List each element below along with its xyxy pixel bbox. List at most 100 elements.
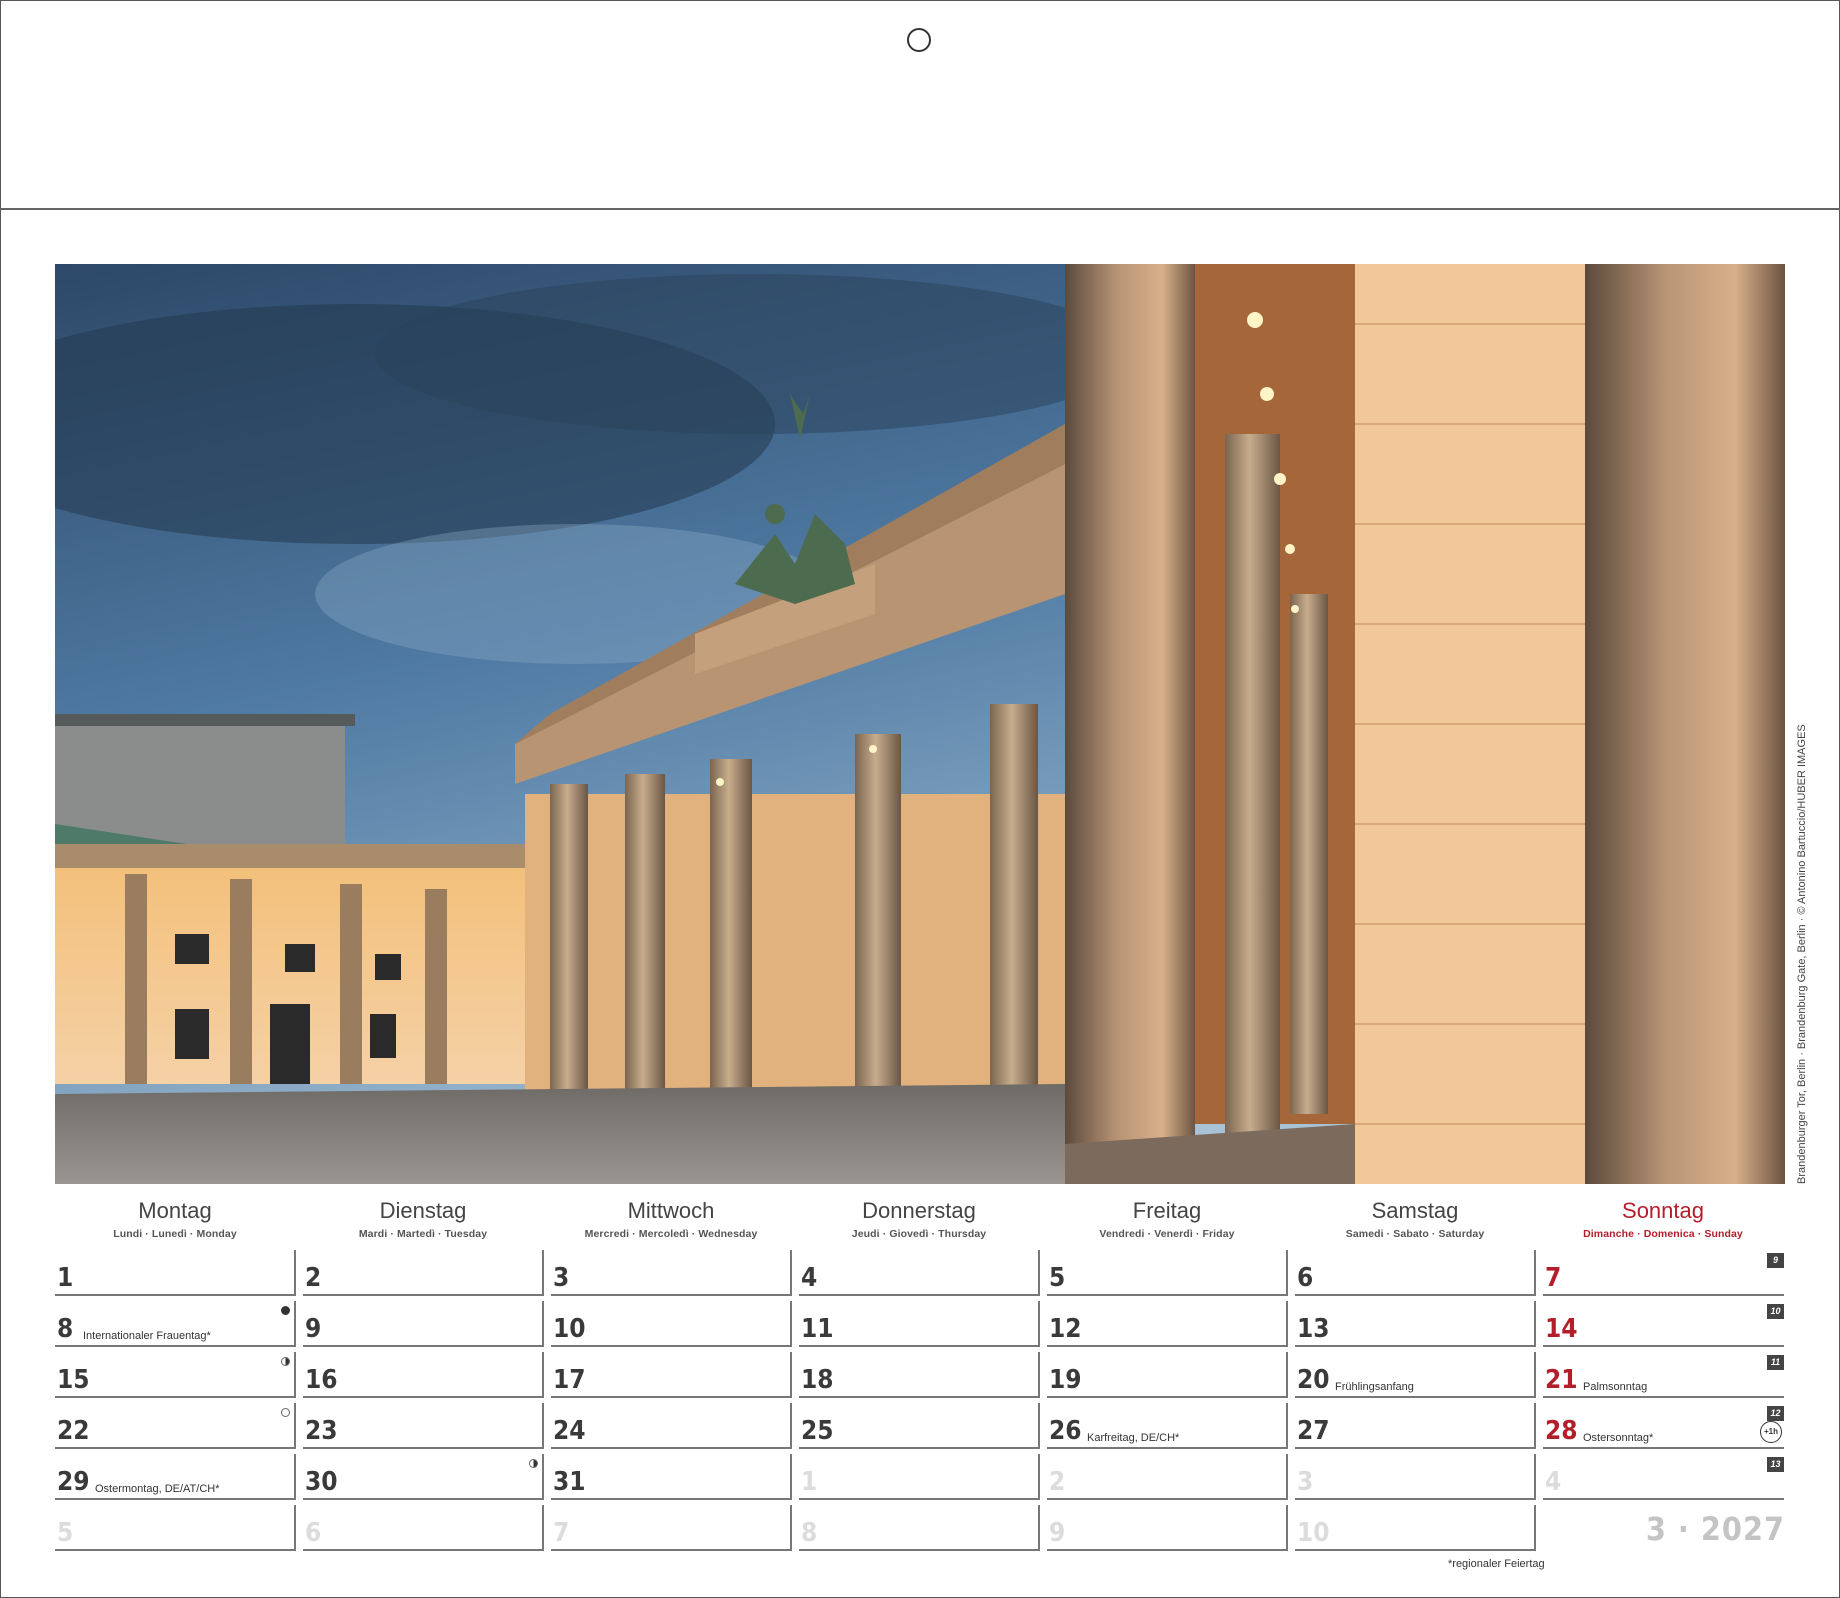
day-cell: 17 [551, 1352, 792, 1398]
day-cell: 24 [551, 1403, 792, 1449]
day-number: 21 [1545, 1365, 1578, 1395]
day-cell: 8 Internationaler Frauentag* [55, 1301, 296, 1347]
footnote: *regionaler Feiertag [1448, 1558, 1545, 1570]
day-cell: 20 Frühlingsanfang [1295, 1352, 1536, 1398]
day-number: 17 [553, 1365, 586, 1395]
day-number: 14 [1545, 1314, 1578, 1344]
day-cell: 29 Ostermontag, DE/AT/CH* [55, 1454, 296, 1500]
day-note: Internationaler Frauentag* [83, 1330, 211, 1342]
day-note: Karfreitag, DE/CH* [1087, 1432, 1180, 1444]
week-number-badge: 10 [1767, 1304, 1784, 1319]
weekday-name: Samstag [1371, 1198, 1459, 1223]
weekday-name: Sonntag [1622, 1198, 1704, 1223]
day-number: 7 [553, 1518, 570, 1548]
day-cell: 11 [799, 1301, 1040, 1347]
day-number: 1 [57, 1263, 74, 1293]
day-number: 2 [305, 1263, 322, 1293]
day-number: 5 [1049, 1263, 1066, 1293]
day-number: 12 [1049, 1314, 1082, 1344]
weekday-translations: Jeudi · Giovedì · Thursday [851, 1228, 987, 1240]
weekday-name: Donnerstag [862, 1198, 976, 1223]
day-cell: 14 10 [1543, 1301, 1784, 1347]
day-cell: 16 [303, 1352, 544, 1398]
day-number: 19 [1049, 1365, 1082, 1395]
weekday-translations: Lundi · Lunedì · Monday [113, 1228, 237, 1240]
month-year-label: 3 · 2027 [1645, 1510, 1785, 1548]
day-number: 13 [1297, 1314, 1330, 1344]
day-note: Ostermontag, DE/AT/CH* [95, 1483, 220, 1495]
day-cell: 5 [55, 1505, 296, 1551]
day-number: 28 [1545, 1416, 1578, 1446]
day-cell: 13 [1295, 1301, 1536, 1347]
day-number: 15 [57, 1365, 90, 1395]
day-cell: 9 [303, 1301, 544, 1347]
moon-phase-icon [281, 1357, 290, 1366]
day-cell: 15 [55, 1352, 296, 1398]
weekday-tuesday: Dienstag Mardi · Martedì · Tuesday [303, 1196, 543, 1242]
weekday-saturday: Samstag Samedi · Sabato · Saturday [1295, 1196, 1535, 1242]
day-cell: 4 [799, 1250, 1040, 1296]
day-cell: 5 [1047, 1250, 1288, 1296]
weekday-header: Montag Lundi · Lunedì · Monday Dienstag … [55, 1196, 1785, 1244]
weekday-name: Montag [138, 1198, 212, 1223]
day-number: 3 [1297, 1467, 1314, 1497]
day-number: 9 [1049, 1518, 1066, 1548]
weekday-translations: Samedi · Sabato · Saturday [1345, 1228, 1485, 1240]
daylight-saving-icon: +1h [1760, 1421, 1782, 1443]
day-cell: 28 Ostersonntag* 12 +1h [1543, 1403, 1784, 1449]
moon-phase-icon [281, 1408, 290, 1417]
weekday-monday: Montag Lundi · Lunedì · Monday [55, 1196, 295, 1242]
weekday-translations: Vendredi · Venerdì · Friday [1099, 1228, 1235, 1240]
week-number-badge: 13 [1767, 1457, 1784, 1472]
day-number: 30 [305, 1467, 338, 1497]
day-cell: 18 [799, 1352, 1040, 1398]
weekday-name: Dienstag [379, 1198, 467, 1223]
day-cell: 3 [551, 1250, 792, 1296]
day-number: 4 [801, 1263, 818, 1293]
weekday-name: Freitag [1132, 1198, 1202, 1223]
weekday-sunday: Sonntag Dimanche · Domenica · Sunday [1543, 1196, 1783, 1242]
day-cell: 1 [799, 1454, 1040, 1500]
day-number: 7 [1545, 1263, 1562, 1293]
fold-line [0, 208, 1840, 210]
day-number: 6 [305, 1518, 322, 1548]
day-cell: 9 [1047, 1505, 1288, 1551]
day-note: Palmsonntag [1583, 1381, 1648, 1393]
day-number: 16 [305, 1365, 338, 1395]
day-note: Frühlingsanfang [1335, 1381, 1414, 1393]
day-number: 5 [57, 1518, 74, 1548]
day-number: 9 [305, 1314, 322, 1344]
day-cell: 10 [551, 1301, 792, 1347]
day-number: 27 [1297, 1416, 1330, 1446]
week-number-badge: 11 [1767, 1355, 1784, 1370]
day-number: 31 [553, 1467, 586, 1497]
day-cell: 6 [1295, 1250, 1536, 1296]
day-cell: 23 [303, 1403, 544, 1449]
day-cell: 19 [1047, 1352, 1288, 1398]
weekday-translations: Mardi · Martedì · Tuesday [358, 1228, 488, 1240]
day-number: 26 [1049, 1416, 1082, 1446]
photo-credit: Brandenburger Tor, Berlin · Brandenburg … [1796, 724, 1808, 1184]
week-number-badge: 12 [1767, 1406, 1784, 1421]
day-number: 25 [801, 1416, 834, 1446]
day-cell: 30 [303, 1454, 544, 1500]
day-cell: 22 [55, 1403, 296, 1449]
week-number-badge: 9 [1767, 1253, 1784, 1268]
day-number: 23 [305, 1416, 338, 1446]
weekday-friday: Freitag Vendredi · Venerdì · Friday [1047, 1196, 1287, 1242]
day-number: 10 [553, 1314, 586, 1344]
day-note: Ostersonntag* [1583, 1432, 1654, 1444]
day-cell: 10 [1295, 1505, 1536, 1551]
day-cell: 2 [303, 1250, 544, 1296]
weekday-translations: Dimanche · Domenica · Sunday [1583, 1228, 1743, 1240]
day-number: 29 [57, 1467, 90, 1497]
day-cell: 6 [303, 1505, 544, 1551]
hanging-hole [907, 28, 931, 52]
day-cell: 3 [1295, 1454, 1536, 1500]
day-cell: 4 13 [1543, 1454, 1784, 1500]
day-number: 18 [801, 1365, 834, 1395]
day-number: 20 [1297, 1365, 1330, 1395]
day-number: 11 [801, 1314, 834, 1344]
day-number: 3 [553, 1263, 570, 1293]
day-number: 22 [57, 1416, 90, 1446]
